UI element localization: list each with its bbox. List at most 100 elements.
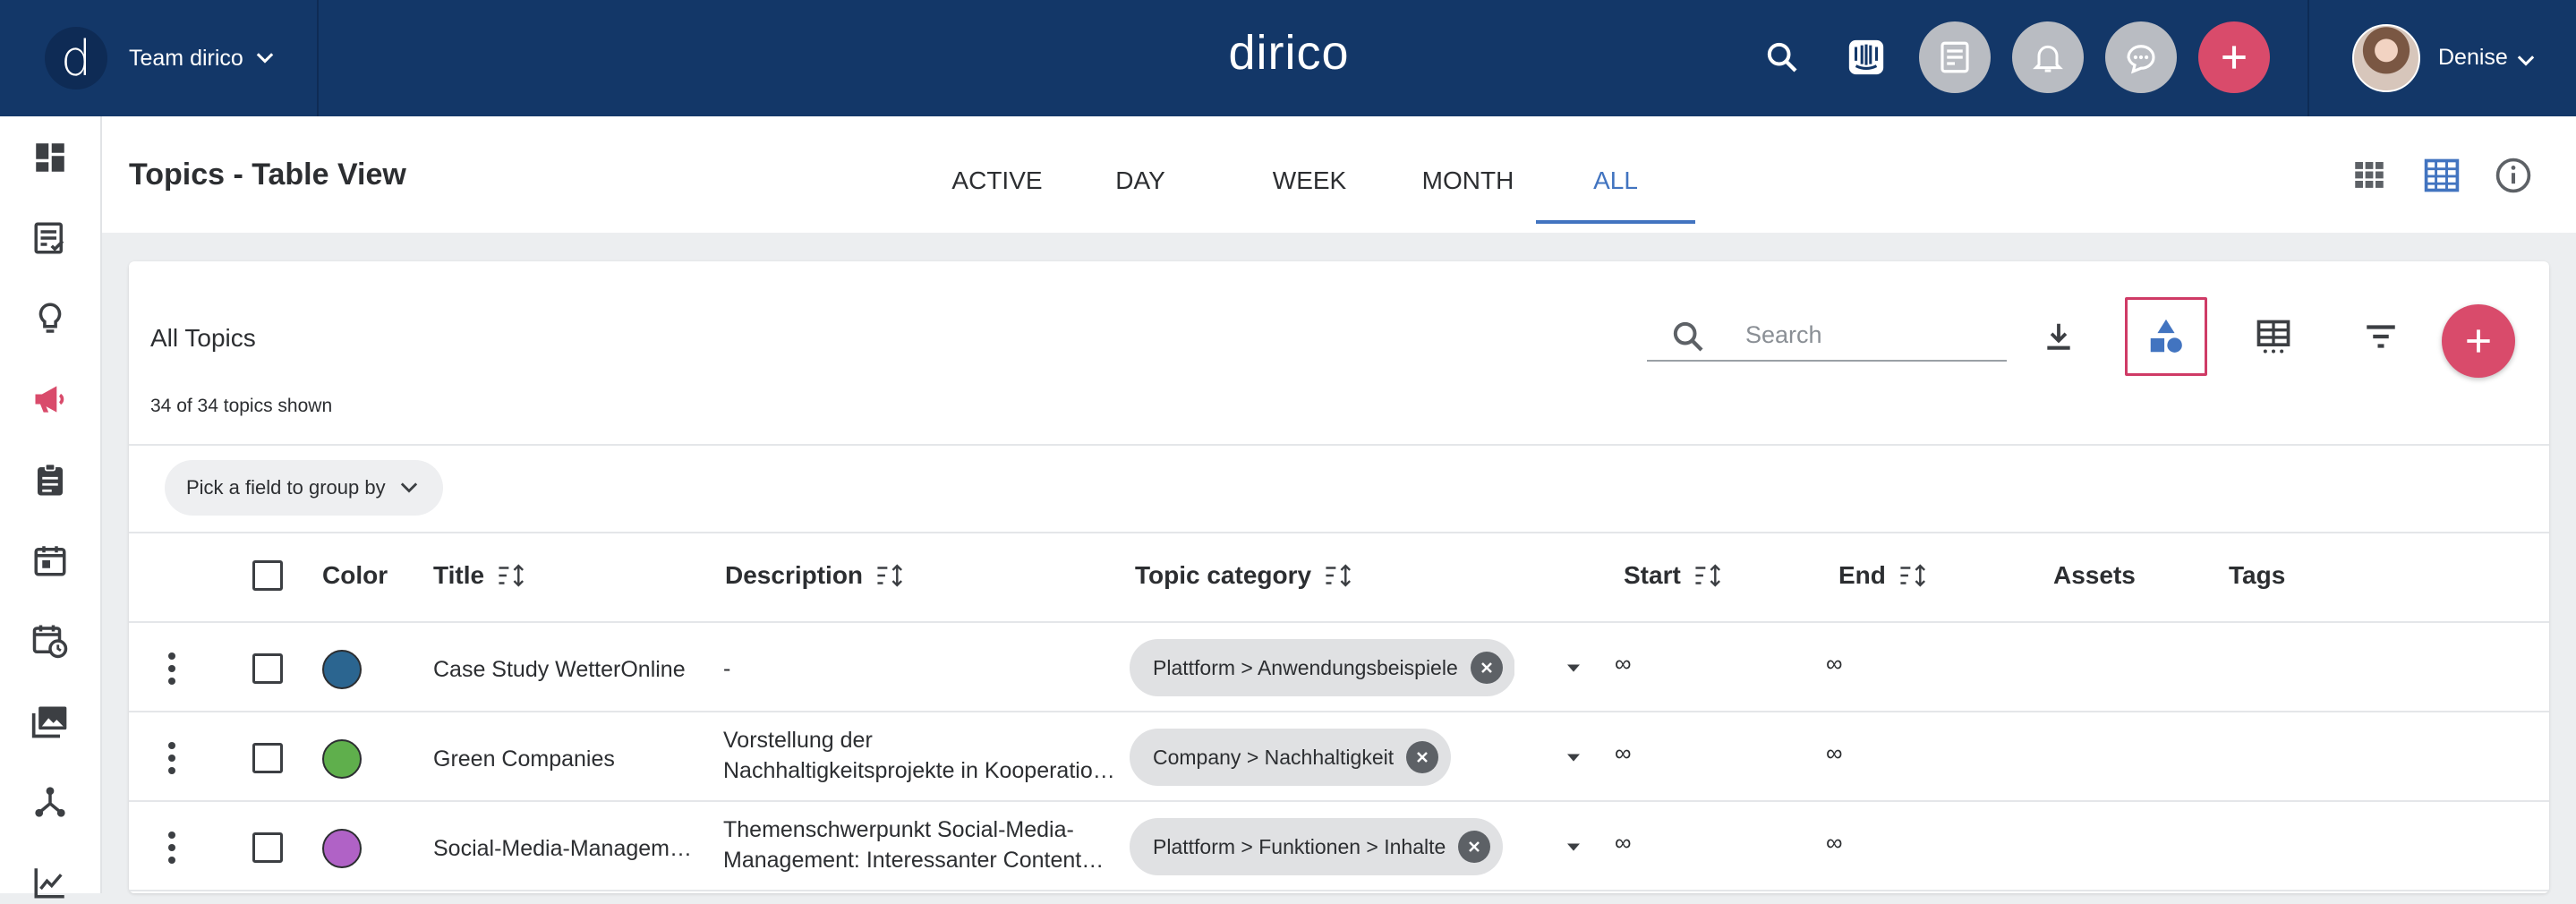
- sort-icon: [1695, 564, 1720, 587]
- tasks-button[interactable]: [1919, 21, 1991, 93]
- select-all-checkbox[interactable]: [252, 560, 283, 591]
- start-date[interactable]: ∞: [1615, 829, 1632, 857]
- remove-chip-icon[interactable]: [1458, 831, 1491, 863]
- info-button[interactable]: [2494, 156, 2533, 200]
- end-date[interactable]: ∞: [1826, 650, 1843, 678]
- column-label: End: [1838, 561, 1886, 589]
- tab-active[interactable]: ACTIVE: [925, 166, 1069, 195]
- row-menu-icon[interactable]: [166, 652, 177, 690]
- sidebar-item-calendar[interactable]: [29, 539, 72, 582]
- tab-day[interactable]: DAY: [1087, 166, 1194, 195]
- category-chip-container: Company > Nachhaltigkeit: [1130, 729, 1514, 786]
- topic-color-swatch[interactable]: [322, 650, 362, 689]
- topic-color-swatch[interactable]: [322, 829, 362, 868]
- plus-icon: [2467, 329, 2490, 353]
- page-title: Topics - Table View: [129, 158, 406, 192]
- notifications-button[interactable]: [2012, 21, 2084, 93]
- topic-title[interactable]: Case Study WetterOnline: [433, 657, 686, 683]
- info-icon: [2495, 158, 2531, 193]
- sidebar-item-dashboard[interactable]: [29, 136, 72, 179]
- download-icon: [2047, 323, 2070, 350]
- sidebar-item-analytics[interactable]: [29, 861, 72, 904]
- notes-icon: [1941, 41, 1969, 73]
- chat-button[interactable]: [2105, 21, 2177, 93]
- row-divider: [129, 800, 2549, 802]
- column-header-topic-category[interactable]: Topic category: [1135, 561, 1354, 590]
- create-button[interactable]: [2198, 21, 2270, 93]
- row-menu-icon[interactable]: [166, 742, 177, 780]
- filter-button[interactable]: [2340, 297, 2422, 376]
- end-date[interactable]: ∞: [1826, 829, 1843, 857]
- row-checkbox[interactable]: [252, 832, 283, 863]
- grid-view-button[interactable]: [2350, 156, 2388, 198]
- sidebar-item-ideas[interactable]: [29, 297, 72, 340]
- column-header-assets: Assets: [2053, 561, 2136, 590]
- columns-button[interactable]: [2232, 297, 2315, 376]
- category-chip-label: Plattform > Anwendungsbeispiele: [1153, 655, 1458, 679]
- tab-all[interactable]: ALL: [1536, 166, 1695, 195]
- category-chip[interactable]: Plattform > Anwendungsbeispiele: [1130, 639, 1514, 696]
- category-chip-container: Plattform > Funktionen > Inhalte: [1130, 818, 1514, 875]
- row-checkbox[interactable]: [252, 743, 283, 773]
- sidebar-item-schedule[interactable]: [29, 619, 72, 662]
- divider: [129, 444, 2549, 446]
- topic-title[interactable]: Green Companies: [433, 746, 615, 772]
- tab-month[interactable]: MONTH: [1396, 166, 1540, 195]
- network-icon: [35, 787, 65, 817]
- sidebar-item-workflows[interactable]: [29, 780, 72, 823]
- sort-icon: [499, 564, 525, 587]
- category-dropdown-icon[interactable]: [1561, 745, 1586, 770]
- category-dropdown-icon[interactable]: [1561, 655, 1586, 680]
- download-button[interactable]: [2017, 297, 2100, 376]
- column-header-tags: Tags: [2229, 561, 2285, 590]
- chevron-down-icon[interactable]: [2513, 48, 2538, 73]
- search-icon: [1673, 321, 1703, 352]
- topic-description: Themenschwerpunkt Social-Media- Managemen…: [723, 814, 1117, 875]
- intercom-button[interactable]: [1844, 21, 1889, 93]
- row-menu-icon[interactable]: [166, 832, 177, 869]
- group-by-select[interactable]: Pick a field to group by: [165, 460, 443, 516]
- search-input[interactable]: [1745, 317, 1996, 353]
- add-topic-button[interactable]: [2442, 304, 2515, 378]
- megaphone-icon: [35, 386, 64, 413]
- category-chip[interactable]: Plattform > Funktionen > Inhalte: [1130, 818, 1504, 875]
- calendar-icon: [34, 546, 66, 576]
- category-dropdown-icon[interactable]: [1561, 834, 1586, 859]
- search-button[interactable]: [1760, 21, 1804, 93]
- checklist-icon: [34, 222, 64, 254]
- column-header-end[interactable]: End: [1838, 561, 1929, 590]
- topic-title[interactable]: Social-Media-Managem…: [433, 836, 692, 862]
- lightbulb-icon: [38, 303, 62, 333]
- group-by-label: Pick a field to group by: [186, 476, 386, 499]
- sidebar-item-assignments[interactable]: [29, 458, 72, 501]
- column-header-title[interactable]: Title: [433, 561, 527, 590]
- start-date[interactable]: ∞: [1615, 739, 1632, 767]
- brand-logo: dirico: [1228, 26, 1350, 80]
- topic-description: -: [723, 653, 1117, 684]
- category-shapes-button[interactable]: [2125, 297, 2207, 376]
- end-date[interactable]: ∞: [1826, 739, 1843, 767]
- top-bar: d Team dirico dirico Denise: [0, 0, 2576, 116]
- description-line: -: [723, 656, 731, 681]
- user-name[interactable]: Denise: [2438, 45, 2508, 71]
- tab-week[interactable]: WEEK: [1242, 166, 1377, 195]
- start-date[interactable]: ∞: [1615, 650, 1632, 678]
- sidebar-item-assets[interactable]: [29, 700, 72, 743]
- calendar-clock-icon: [32, 625, 68, 659]
- remove-chip-icon[interactable]: [1470, 652, 1503, 684]
- remove-chip-icon[interactable]: [1406, 741, 1439, 773]
- column-header-start[interactable]: Start: [1624, 561, 1724, 590]
- topic-color-swatch[interactable]: [322, 739, 362, 779]
- avatar[interactable]: [2352, 24, 2420, 92]
- sidebar-item-tasks[interactable]: [29, 217, 72, 260]
- column-header-description[interactable]: Description: [725, 561, 906, 590]
- category-chip[interactable]: Company > Nachhaltigkeit: [1130, 729, 1452, 786]
- sidebar-item-topics[interactable]: [29, 378, 72, 421]
- team-switcher[interactable]: d Team dirico: [0, 0, 319, 116]
- images-icon: [31, 706, 67, 738]
- search-field[interactable]: [1647, 311, 2007, 362]
- description-line: Themenschwerpunkt Social-Media-: [723, 817, 1074, 842]
- column-header-color[interactable]: Color: [322, 561, 388, 590]
- table-view-button[interactable]: [2422, 156, 2461, 200]
- row-checkbox[interactable]: [252, 653, 283, 684]
